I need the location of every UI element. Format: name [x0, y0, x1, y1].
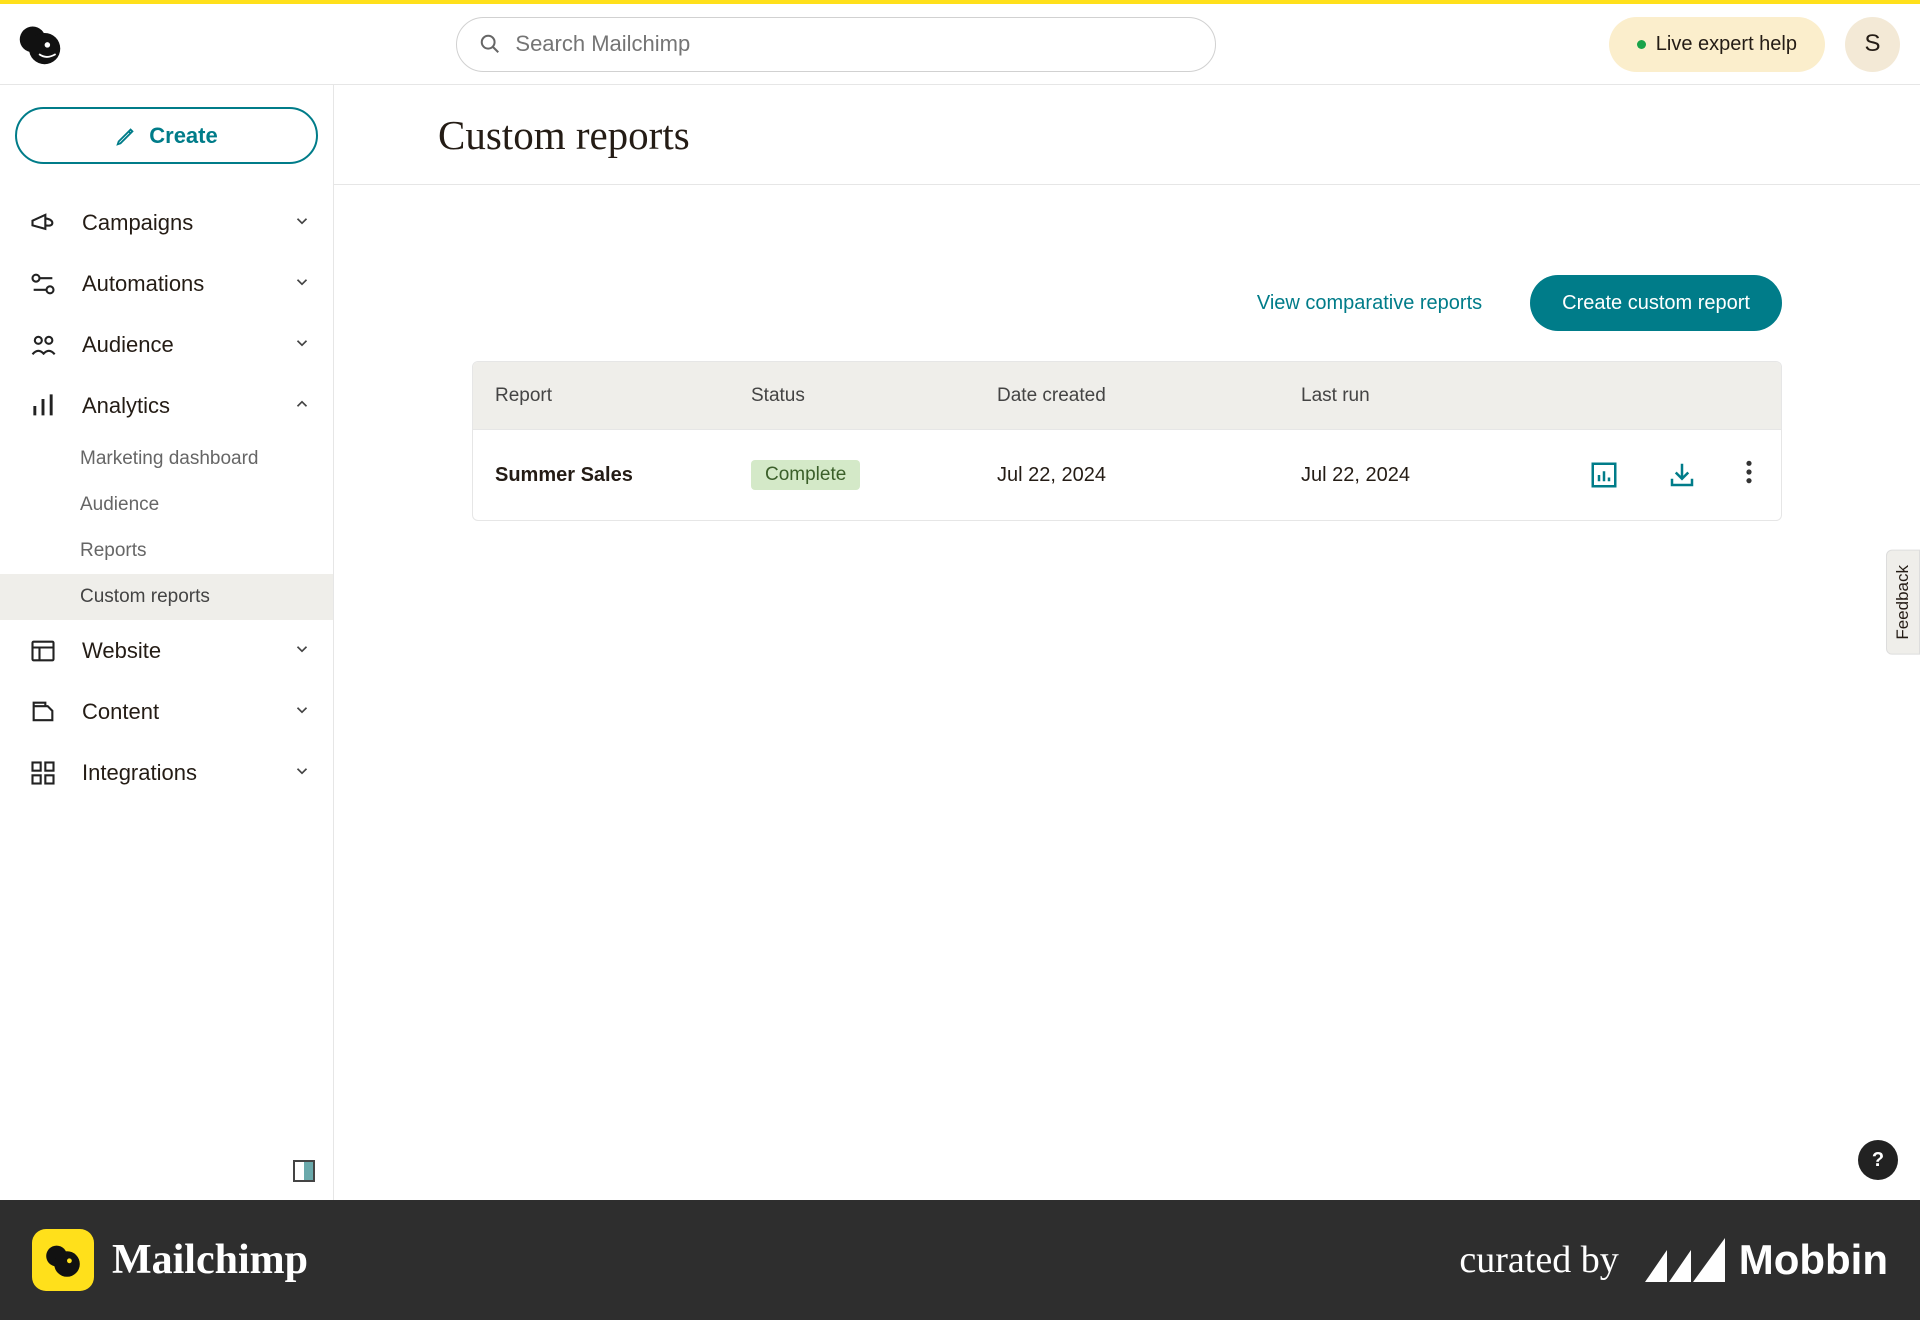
report-actions: View comparative reports Create custom r…	[472, 275, 1782, 331]
create-label: Create	[149, 123, 217, 149]
sidebar-item-campaigns[interactable]: Campaigns	[0, 192, 333, 253]
megaphone-icon	[28, 209, 58, 237]
nav-label: Campaigns	[82, 210, 269, 236]
row-actions	[1537, 459, 1781, 491]
online-dot-icon	[1637, 40, 1646, 49]
curated-label: curated by	[1459, 1238, 1618, 1282]
search-icon	[479, 33, 501, 55]
sub-label: Custom reports	[80, 586, 210, 608]
sidebar-item-audience[interactable]: Audience	[0, 314, 333, 375]
chevron-down-icon	[293, 699, 311, 725]
live-help-button[interactable]: Live expert help	[1609, 17, 1825, 72]
nav-label: Website	[82, 638, 269, 664]
global-search[interactable]	[456, 17, 1216, 72]
chevron-down-icon	[293, 638, 311, 664]
collapse-sidebar-button[interactable]	[293, 1160, 315, 1182]
mobbin-name: Mobbin	[1739, 1236, 1888, 1284]
col-lastrun: Last run	[1301, 385, 1537, 407]
chevron-down-icon	[293, 332, 311, 358]
mailchimp-logo-icon	[43, 1240, 83, 1280]
status-badge: Complete	[751, 460, 860, 490]
attribution-footer: Mailchimp curated by Mobbin	[0, 1200, 1920, 1320]
analytics-submenu: Marketing dashboard Audience Reports Cus…	[0, 436, 333, 620]
sub-item-reports[interactable]: Reports	[80, 528, 333, 574]
sub-item-custom-reports[interactable]: Custom reports	[0, 574, 333, 620]
pencil-icon	[115, 125, 137, 147]
col-created: Date created	[997, 385, 1301, 407]
kebab-icon	[1745, 459, 1753, 485]
col-report: Report	[473, 385, 751, 407]
nav-label: Integrations	[82, 760, 269, 786]
download-icon	[1667, 460, 1697, 490]
nav-label: Content	[82, 699, 269, 725]
page-title: Custom reports	[438, 111, 690, 159]
mobbin-logo: Mobbin	[1645, 1236, 1888, 1284]
create-custom-report-button[interactable]: Create custom report	[1530, 275, 1782, 331]
mailchimp-logo-icon	[17, 21, 63, 67]
footer-logo	[32, 1229, 94, 1291]
integrations-icon	[28, 759, 58, 787]
page-header: Custom reports	[334, 85, 1920, 185]
footer-brand: Mailchimp	[112, 1236, 308, 1284]
view-comparative-link[interactable]: View comparative reports	[1257, 292, 1482, 315]
live-help-label: Live expert help	[1656, 33, 1797, 56]
download-report-button[interactable]	[1667, 460, 1697, 490]
sub-label: Audience	[80, 494, 159, 516]
col-status: Status	[751, 385, 997, 407]
bar-chart-icon	[1589, 460, 1619, 490]
create-button[interactable]: Create	[15, 107, 318, 164]
chevron-down-icon	[293, 271, 311, 297]
sidebar: Create Campaigns Automations Audie	[0, 85, 334, 1200]
audience-icon	[28, 331, 58, 359]
sub-item-marketing-dashboard[interactable]: Marketing dashboard	[80, 436, 333, 482]
analytics-icon	[28, 392, 58, 420]
sub-label: Reports	[80, 540, 147, 562]
website-icon	[28, 637, 58, 665]
sidebar-item-integrations[interactable]: Integrations	[0, 742, 333, 803]
search-input[interactable]	[515, 31, 1193, 57]
sidebar-item-analytics[interactable]: Analytics	[0, 375, 333, 436]
chevron-down-icon	[293, 210, 311, 236]
mobbin-mark-icon	[1645, 1238, 1725, 1282]
chevron-down-icon	[293, 760, 311, 786]
main-content: Custom reports View comparative reports …	[334, 85, 1920, 1200]
table-header: Report Status Date created Last run	[473, 362, 1781, 429]
more-options-button[interactable]	[1745, 459, 1753, 491]
reports-table: Report Status Date created Last run Summ…	[472, 361, 1782, 521]
avatar-initial: S	[1864, 30, 1880, 58]
sub-item-audience[interactable]: Audience	[80, 482, 333, 528]
sub-label: Marketing dashboard	[80, 448, 259, 470]
content-icon	[28, 698, 58, 726]
automation-icon	[28, 270, 58, 298]
table-row: Summer Sales Complete Jul 22, 2024 Jul 2…	[473, 429, 1781, 520]
nav-label: Analytics	[82, 393, 269, 419]
feedback-tab[interactable]: Feedback	[1886, 550, 1920, 655]
sidebar-item-content[interactable]: Content	[0, 681, 333, 742]
nav-label: Audience	[82, 332, 269, 358]
sidebar-item-website[interactable]: Website	[0, 620, 333, 681]
top-bar: Live expert help S	[0, 4, 1920, 85]
cell-date-created: Jul 22, 2024	[997, 464, 1301, 487]
cell-status: Complete	[751, 460, 997, 490]
cell-report-name[interactable]: Summer Sales	[473, 464, 751, 487]
chevron-up-icon	[293, 393, 311, 419]
profile-avatar[interactable]: S	[1845, 17, 1900, 72]
sidebar-item-automations[interactable]: Automations	[0, 253, 333, 314]
view-report-button[interactable]	[1589, 460, 1619, 490]
cell-last-run: Jul 22, 2024	[1301, 464, 1537, 487]
help-fab[interactable]: ?	[1858, 1140, 1898, 1180]
nav-label: Automations	[82, 271, 269, 297]
brand-logo[interactable]	[15, 20, 64, 69]
